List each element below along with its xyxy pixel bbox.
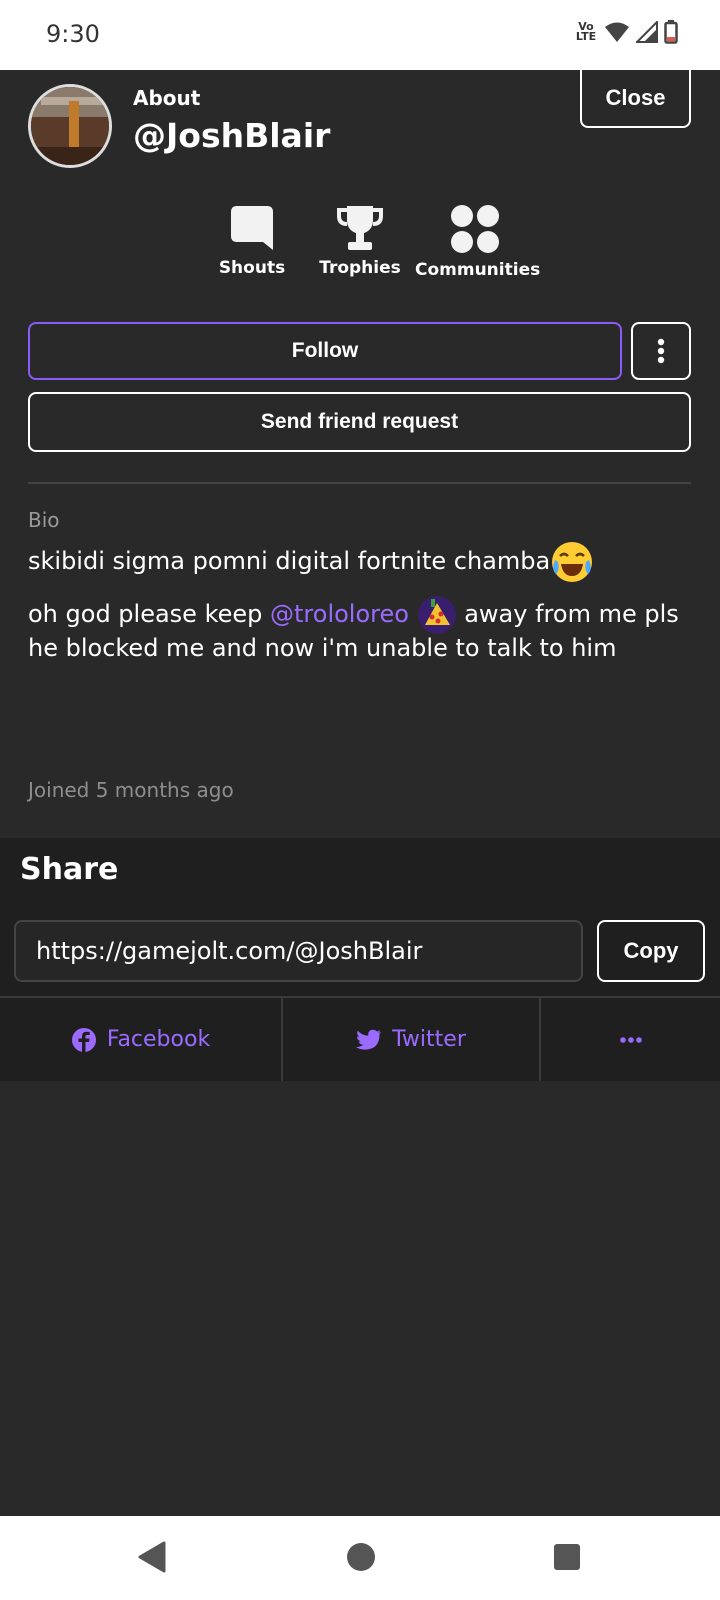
stat-trophies[interactable]: Trophies: [315, 204, 405, 278]
bio-line-2: oh god please keep @trololoreo away from…: [28, 595, 679, 635]
share-more-button[interactable]: [541, 998, 720, 1081]
send-friend-request-button[interactable]: Send friend request: [28, 392, 691, 452]
share-title: Share: [20, 852, 119, 887]
recents-icon[interactable]: [551, 1540, 583, 1574]
system-nav-bar: [0, 1516, 720, 1600]
signal-icon: [636, 21, 658, 43]
share-panel: Share https://gamejolt.com/@JoshBlair Co…: [0, 838, 720, 1081]
joined-date: Joined 5 months ago: [28, 778, 234, 802]
stat-shouts[interactable]: Shouts: [207, 204, 297, 278]
status-time: 9:30: [46, 20, 100, 48]
mention-link[interactable]: @trololoreo: [270, 600, 409, 628]
mention-avatar-icon: [417, 596, 456, 634]
copy-button[interactable]: Copy: [597, 920, 705, 982]
facebook-icon: [71, 1027, 96, 1052]
avatar[interactable]: [28, 84, 112, 168]
laughing-emoji-icon: [552, 542, 593, 582]
chat-bubble-icon: [231, 206, 273, 250]
username: @JoshBlair: [133, 116, 331, 155]
bio-label: Bio: [28, 508, 60, 532]
home-icon[interactable]: [345, 1540, 377, 1574]
trophy-icon: [337, 206, 383, 250]
stat-label: Shouts: [218, 258, 286, 278]
more-horizontal-icon: [619, 1036, 642, 1043]
bio-line-3: he blocked me and now i'm unable to talk…: [28, 634, 617, 662]
share-twitter-button[interactable]: Twitter: [283, 998, 541, 1081]
wifi-icon: [605, 22, 629, 42]
share-facebook-button[interactable]: Facebook: [0, 998, 283, 1081]
twitter-icon: [356, 1029, 382, 1050]
about-label: About: [133, 86, 201, 110]
profile-sheet: About @JoshBlair Close Shouts Trophies C…: [0, 70, 720, 838]
share-options: Facebook Twitter: [0, 996, 720, 1081]
volte-icon: Vo LTE: [575, 20, 597, 43]
stat-label: Communities: [415, 260, 541, 280]
more-vertical-icon: [657, 338, 665, 364]
communities-icon: [451, 205, 499, 253]
share-url-field[interactable]: https://gamejolt.com/@JoshBlair: [14, 920, 583, 982]
close-button[interactable]: Close: [580, 70, 691, 128]
status-icons: Vo LTE: [574, 20, 678, 44]
battery-icon: [664, 20, 678, 44]
more-options-button[interactable]: [631, 322, 691, 380]
status-bar: 9:30 Vo LTE: [0, 0, 720, 70]
divider: [28, 482, 691, 484]
bio-line-1: skibidi sigma pomni digital fortnite cha…: [28, 540, 594, 584]
back-icon[interactable]: [136, 1540, 168, 1574]
stat-label: Trophies: [319, 258, 401, 278]
follow-button[interactable]: Follow: [28, 322, 622, 380]
stat-communities[interactable]: Communities: [415, 204, 540, 280]
